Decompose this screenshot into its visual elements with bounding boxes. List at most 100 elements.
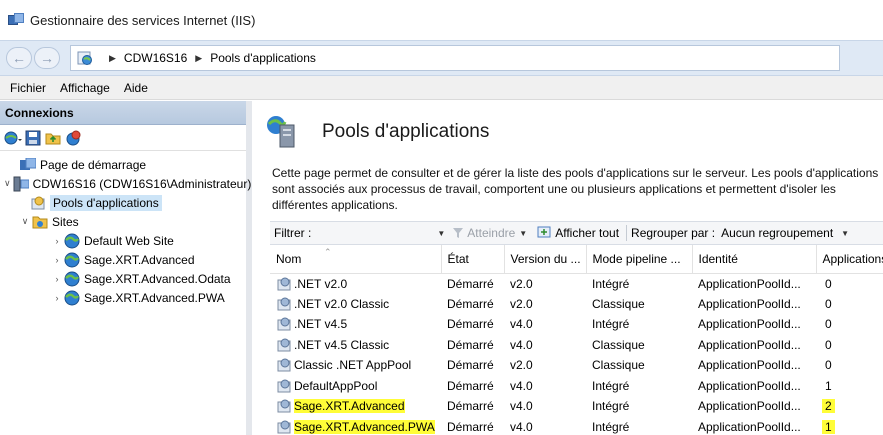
tree-item-site[interactable]: › Sage.XRT.Advanced (0, 250, 246, 269)
menu-fichier[interactable]: Fichier (10, 81, 46, 95)
tree-item-start-page[interactable]: Page de démarrage (0, 155, 246, 174)
cell-identity: ApplicationPoolId... (698, 337, 801, 352)
table-header-row: ⌃ Nom État Version du ... Mode pipeline .… (270, 245, 883, 274)
sites-folder-icon (32, 214, 48, 230)
pool-name: DefaultAppPool (294, 378, 378, 393)
collapse-arrow-icon[interactable]: ∨ (4, 178, 11, 189)
cell-name[interactable]: Classic .NET AppPool (270, 355, 441, 376)
site-globe-icon (64, 271, 80, 287)
table-row[interactable]: .NET v4.5 Démarré v4.0 Intégré ApplicationPo… (270, 314, 883, 335)
go-label: Atteindre (467, 226, 516, 240)
cell-pipeline: Intégré (592, 378, 630, 393)
connections-header: Connexions (0, 101, 246, 125)
tree-item-site[interactable]: › Default Web Site (0, 231, 246, 250)
tree-item-site[interactable]: › Sage.XRT.Advanced.Odata (0, 269, 246, 288)
cell-state: Démarré (447, 399, 494, 414)
app-pool-icon (277, 358, 291, 372)
cell-name[interactable]: .NET v4.5 Classic (270, 335, 441, 356)
table-row[interactable]: Classic .NET AppPool Démarré v2.0 Classique… (270, 355, 883, 376)
breadcrumb-item-app-pools[interactable]: Pools d'applications (210, 51, 316, 65)
forward-button[interactable]: → (34, 47, 60, 69)
table-row[interactable]: .NET v4.5 Classic Démarré v4.0 Classique App… (270, 335, 883, 356)
filter-input[interactable] (315, 224, 434, 242)
pool-name: Sage.XRT.Advanced (294, 399, 405, 414)
show-all-label: Afficher tout (555, 226, 620, 240)
breadcrumb-item-server[interactable]: CDW16S16 (124, 51, 187, 65)
connections-toolbar (0, 125, 246, 151)
menu-bar: Fichier Affichage Aide (0, 76, 883, 100)
tree-item-label: Pools d'applications (50, 194, 162, 211)
group-by-label: Regrouper par : (631, 226, 716, 240)
cell-version: v4.0 (510, 419, 533, 434)
cell-identity: ApplicationPoolId... (698, 399, 801, 414)
go-button[interactable]: Atteindre ▼ (452, 226, 531, 240)
pool-name: .NET v2.0 Classic (294, 296, 390, 311)
up-folder-icon[interactable] (44, 129, 62, 147)
cell-name[interactable]: .NET v4.5 (270, 314, 441, 335)
column-header-state[interactable]: État (441, 245, 505, 274)
table-row[interactable]: Sage.XRT.Advanced Démarré v4.0 Intégré Appli… (270, 396, 883, 417)
app-pools-header-icon (267, 116, 295, 148)
tree-item-server[interactable]: ∨ CDW16S16 (CDW16S16\Administrateur) (0, 174, 251, 193)
toolbar-divider (626, 225, 628, 241)
cell-applications: 1 (816, 376, 883, 397)
site-globe-icon (64, 252, 80, 268)
cell-name[interactable]: .NET v2.0 (270, 273, 441, 294)
column-header-version[interactable]: Version du ... (504, 245, 587, 274)
expand-arrow-icon[interactable]: › (52, 255, 62, 265)
disconnect-icon[interactable] (64, 129, 82, 147)
page-title: Pools d'applications (322, 121, 490, 142)
cell-applications: 0 (816, 355, 883, 376)
table-row[interactable]: DefaultAppPool Démarré v4.0 Intégré Applicat… (270, 376, 883, 397)
back-button[interactable]: ← (6, 47, 32, 69)
applications-count: 0 (825, 276, 832, 291)
table-row[interactable]: Sage.XRT.Advanced.PWA Démarré v4.0 Intégré A… (270, 417, 883, 435)
cell-name[interactable]: .NET v2.0 Classic (270, 294, 441, 315)
filter-dropdown-icon[interactable]: ▼ (437, 229, 445, 238)
applications-count: 0 (825, 337, 832, 352)
cell-name[interactable]: Sage.XRT.Advanced.PWA (270, 417, 441, 435)
collapse-arrow-icon[interactable]: ∨ (20, 216, 30, 227)
tree-item-sites[interactable]: ∨ Sites (0, 212, 246, 231)
content-header: Pools d'applications (266, 115, 489, 149)
cell-identity: ApplicationPoolId... (698, 276, 801, 291)
table-row[interactable]: .NET v2.0 Démarré v2.0 Intégré ApplicationPo… (270, 273, 883, 294)
save-icon[interactable] (24, 129, 42, 147)
cell-version: v4.0 (510, 399, 533, 414)
breadcrumb-separator-icon: ▶ (195, 52, 203, 63)
cell-version: v4.0 (510, 378, 533, 393)
breadcrumb[interactable]: ▶ CDW16S16 ▶ Pools d'applications (70, 45, 840, 71)
app-pool-icon (277, 420, 291, 434)
server-icon (13, 176, 29, 192)
show-all-button[interactable]: Afficher tout (537, 226, 619, 240)
filter-bar: Filtrer : ▼ Atteindre ▼ Afficher tout Re… (270, 221, 883, 245)
group-by-select[interactable]: Aucun regroupement ▼ (721, 226, 853, 240)
applications-count: 0 (825, 296, 832, 311)
applications-count: 1 (825, 378, 832, 393)
expand-arrow-icon[interactable]: › (52, 274, 62, 284)
cell-applications: 2 (816, 396, 883, 417)
column-header-identity[interactable]: Identité (692, 245, 817, 274)
applications-count: 1 (822, 419, 835, 434)
app-pool-icon (277, 379, 291, 393)
tree-item-app-pools[interactable]: Pools d'applications (0, 193, 246, 212)
menu-aide[interactable]: Aide (124, 81, 148, 95)
tree-item-label: Sage.XRT.Advanced (84, 252, 195, 267)
expand-arrow-icon[interactable]: › (52, 293, 62, 303)
pool-name: Classic .NET AppPool (294, 358, 412, 373)
connections-pane: Connexions Page de démarrage ∨ CDW16S16 … (0, 101, 252, 435)
app-pool-icon (277, 297, 291, 311)
connect-globe-icon[interactable] (4, 129, 22, 147)
column-header-name[interactable]: ⌃ Nom (270, 245, 442, 274)
tree-item-site[interactable]: › Sage.XRT.Advanced.PWA (0, 288, 246, 307)
column-header-applications[interactable]: Applications (816, 245, 883, 274)
page-globe-icon (77, 51, 92, 65)
cell-name[interactable]: DefaultAppPool (270, 376, 441, 397)
menu-affichage[interactable]: Affichage (60, 81, 110, 95)
cell-name[interactable]: Sage.XRT.Advanced (270, 396, 441, 417)
expand-arrow-icon[interactable]: › (52, 236, 62, 246)
window-title: Gestionnaire des services Internet (IIS) (30, 12, 256, 28)
column-header-pipeline[interactable]: Mode pipeline ... (586, 245, 693, 274)
table-row[interactable]: .NET v2.0 Classic Démarré v2.0 Classique App… (270, 294, 883, 315)
cell-pipeline: Classique (592, 358, 645, 373)
